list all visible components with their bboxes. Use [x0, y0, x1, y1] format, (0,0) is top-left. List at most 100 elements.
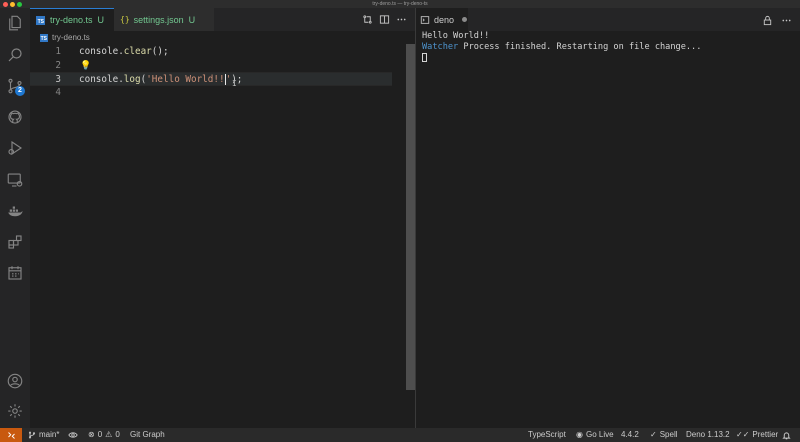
extensions-icon	[8, 235, 22, 249]
split-editor-button[interactable]	[378, 13, 390, 25]
terminal-more-actions-button[interactable]	[781, 13, 792, 31]
code-text[interactable]: console.log('Hello World!!');	[79, 73, 242, 87]
lock-icon	[763, 15, 772, 26]
code-token: clear	[123, 46, 152, 57]
git-branch-icon	[28, 431, 36, 439]
bell-icon	[782, 431, 791, 439]
broadcast-icon: ◉	[576, 430, 583, 439]
typescript-file-icon: TS	[40, 33, 48, 42]
terminal-icon	[420, 15, 430, 24]
breadcrumb[interactable]: TS try-deno.ts	[40, 33, 90, 42]
terminal-line: Hello World!!	[422, 31, 490, 41]
remote-explorer-icon	[7, 173, 23, 187]
mouse-ibeam-cursor-icon: I	[232, 79, 237, 88]
code-editor[interactable]: 1 console.clear(); 2 💡 3 console.log('He…	[30, 43, 430, 428]
source-control-button[interactable]: 2	[4, 75, 26, 97]
prettier-button[interactable]: ✓✓ Prettier	[736, 428, 778, 442]
title-bar: try-deno.ts — try-deno-ts	[0, 0, 800, 8]
code-token: console	[79, 74, 119, 85]
code-line[interactable]: 4	[30, 86, 392, 100]
search-icon	[8, 48, 22, 62]
line-number: 4	[55, 87, 61, 98]
branch-name: main*	[39, 430, 60, 439]
code-text[interactable]: console.clear();	[79, 45, 169, 59]
more-actions-button[interactable]	[395, 13, 407, 25]
unsaved-dot-icon	[462, 17, 468, 22]
ellipsis-icon	[396, 18, 406, 20]
lightbulb-icon[interactable]: 💡	[80, 59, 91, 73]
account-icon	[7, 373, 23, 389]
typescript-file-icon: TS	[36, 15, 45, 25]
search-button[interactable]	[4, 44, 26, 66]
terminal-tab-label: deno	[434, 14, 455, 25]
tab-try-deno-ts[interactable]: TS try-deno.ts U	[30, 8, 114, 31]
calendar-button[interactable]	[4, 262, 26, 284]
git-branch-button[interactable]: main*	[28, 428, 59, 442]
deno-version-button[interactable]: Deno 1.13.2	[686, 428, 730, 442]
lock-button[interactable]	[762, 13, 773, 31]
notifications-button[interactable]	[782, 428, 791, 442]
go-live-button[interactable]: ◉ Go Live	[576, 428, 614, 442]
tab-label: try-deno.ts	[50, 15, 93, 25]
language-label: TypeScript	[528, 430, 566, 439]
docker-button[interactable]	[4, 200, 26, 222]
settings-gear-icon	[8, 404, 22, 418]
line-number: 3	[55, 74, 61, 85]
ellipsis-icon	[782, 19, 791, 22]
git-graph-button[interactable]: Git Graph	[130, 428, 165, 442]
error-count: 0	[97, 430, 103, 439]
breadcrumb-file[interactable]: try-deno.ts	[52, 33, 90, 42]
remote-explorer-button[interactable]	[4, 169, 26, 191]
terminal-prompt[interactable]	[422, 53, 794, 64]
warning-icon: ⚠	[105, 430, 113, 439]
run-debug-icon	[8, 140, 23, 156]
manage-settings-button[interactable]	[4, 400, 26, 422]
editor-tab-bar: TS try-deno.ts U {} settings.json U	[30, 8, 415, 31]
run-debug-button[interactable]	[4, 137, 26, 159]
code-line[interactable]: 2 💡	[30, 59, 392, 73]
sync-button[interactable]	[68, 428, 78, 442]
remote-icon	[7, 431, 15, 439]
docker-icon	[8, 206, 23, 217]
editor-scrollbar[interactable]	[406, 44, 415, 390]
tab-settings-json[interactable]: {} settings.json U	[114, 8, 214, 31]
terminal-output[interactable]: Hello World!! Watcher Process finished. …	[416, 31, 800, 428]
github-button[interactable]	[4, 106, 26, 128]
accounts-button[interactable]	[4, 370, 26, 392]
extensions-button[interactable]	[4, 231, 26, 253]
split-editor-icon	[379, 14, 389, 24]
terminal-actions	[762, 13, 792, 31]
language-mode-button[interactable]: TypeScript	[528, 428, 566, 442]
error-icon: ⊗	[88, 430, 95, 439]
code-line[interactable]: 1 console.clear();	[30, 45, 392, 59]
calendar-icon	[8, 266, 22, 280]
spell-check-button[interactable]: ✓ Spell	[650, 428, 678, 442]
line-number: 2	[55, 60, 61, 71]
watcher-message: Process finished. Restarting on file cha…	[458, 42, 702, 52]
code-token: console	[79, 46, 119, 57]
problems-button[interactable]: ⊗ 0 ⚠ 0	[88, 428, 120, 442]
status-bar: main* ⊗ 0 ⚠ 0 Git Graph TypeScript ◉ Go …	[0, 428, 800, 442]
typescript-version-button[interactable]: 4.4.2	[621, 428, 639, 442]
compare-changes-icon	[362, 14, 372, 24]
eye-icon	[68, 432, 78, 438]
json-file-icon: {}	[120, 15, 130, 24]
code-line-current[interactable]: 3 console.log('Hello World!!');	[30, 72, 392, 86]
git-graph-label: Git Graph	[130, 430, 165, 439]
explorer-button[interactable]	[4, 12, 26, 34]
remote-indicator-button[interactable]	[0, 428, 22, 442]
deno-label: Deno 1.13.2	[686, 430, 730, 439]
source-control-badge: 2	[15, 86, 25, 96]
tab-label: settings.json	[133, 14, 184, 25]
tab-terminal-deno[interactable]: deno	[416, 8, 468, 31]
activity-bar: 2	[0, 8, 30, 428]
tab-untracked-status: U	[188, 14, 196, 25]
prettier-label: Prettier	[752, 430, 779, 439]
open-changes-button[interactable]	[361, 13, 373, 25]
terminal-line: Watcher Process finished. Restarting on …	[422, 42, 794, 53]
go-live-label: Go Live	[585, 430, 614, 439]
check-icon: ✓	[650, 430, 657, 439]
version-label: 4.4.2	[621, 430, 639, 439]
window-title: try-deno.ts — try-deno-ts	[372, 1, 428, 7]
code-token: 'Hello World!!'	[146, 74, 232, 85]
